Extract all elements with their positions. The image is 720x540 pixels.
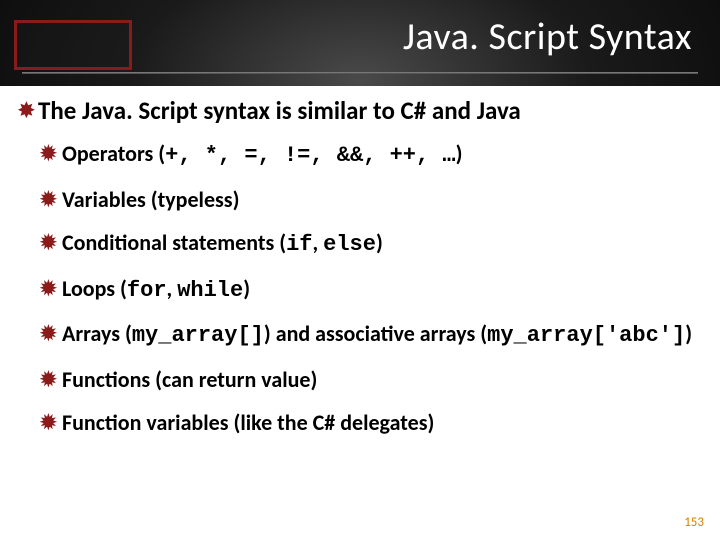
sub-text: , — [167, 275, 178, 302]
list-item: ✹ Variables (typeless) — [18, 186, 702, 214]
star-icon: ✹ — [40, 368, 57, 393]
star-icon: ✸ — [18, 99, 35, 123]
sub-text: Functions (can return value) — [62, 366, 317, 393]
title-underline — [22, 72, 698, 74]
slide-title: Java. Script Syntax — [403, 14, 692, 60]
main-bullet: ✸ The Java. Script syntax is similar to … — [18, 96, 702, 126]
list-item: ✹ Loops (for, while) — [18, 275, 702, 305]
sub-text: ) — [685, 320, 692, 347]
star-icon: ✹ — [40, 411, 57, 436]
star-icon: ✹ — [40, 277, 57, 302]
main-bullet-text: The Java. Script syntax is similar to C#… — [38, 95, 521, 126]
logo-placeholder — [14, 20, 132, 70]
sub-text: Arrays ( — [62, 320, 132, 347]
code-text: if — [286, 232, 312, 257]
sub-text: Conditional statements ( — [62, 229, 286, 256]
header-area: Java. Script Syntax — [0, 0, 720, 96]
star-icon: ✹ — [40, 188, 57, 213]
sub-text: ) — [376, 229, 383, 256]
code-text: while — [177, 278, 243, 303]
sub-text: ) — [243, 275, 250, 302]
code-text: for — [127, 278, 167, 303]
code-text: +, *, =, !=, &&, ++, … — [165, 143, 455, 168]
code-text: my_array[] — [132, 323, 264, 348]
sub-text: ) and associative arrays ( — [264, 320, 487, 347]
list-item: ✹ Conditional statements (if, else) — [18, 229, 702, 259]
sub-text: Operators ( — [62, 140, 165, 167]
star-icon: ✹ — [40, 231, 57, 256]
sub-text: Variables (typeless) — [62, 186, 239, 213]
star-icon: ✹ — [40, 322, 57, 347]
list-item: ✹ Arrays (my_array[]) and associative ar… — [18, 320, 702, 350]
sub-text: Function variables (like the C# delegate… — [62, 409, 434, 436]
sub-text: Loops ( — [62, 275, 127, 302]
list-item: ✹ Function variables (like the C# delega… — [18, 409, 702, 437]
page-number: 153 — [684, 515, 704, 530]
code-text: else — [323, 232, 376, 257]
list-item: ✹ Functions (can return value) — [18, 366, 702, 394]
list-item: ✹ Operators (+, *, =, !=, &&, ++, …) — [18, 140, 702, 170]
sub-text: ) — [456, 140, 463, 167]
content-area: ✸ The Java. Script syntax is similar to … — [0, 86, 720, 540]
star-icon: ✹ — [40, 142, 57, 167]
code-text: my_array['abc'] — [487, 323, 685, 348]
sub-text: , — [312, 229, 323, 256]
